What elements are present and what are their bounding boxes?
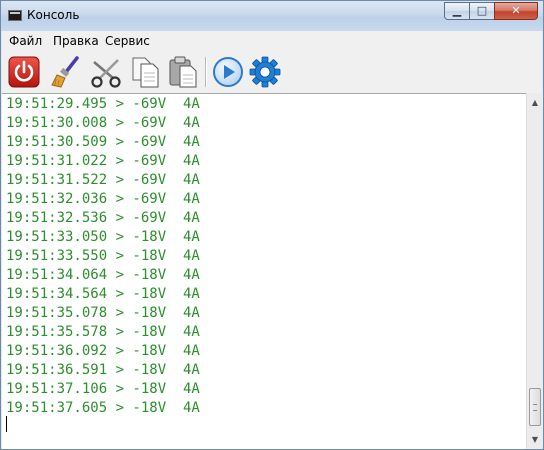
title-bar[interactable]: Консоль ▁ □ ✕ (1, 1, 543, 31)
console-line: 19:51:30.509 > -69V 4A (6, 134, 200, 150)
clear-button[interactable] (48, 54, 84, 90)
console-line: 19:51:35.578 > -18V 4A (6, 324, 200, 340)
console-line: 19:51:35.078 > -18V 4A (6, 305, 200, 321)
minimize-button[interactable]: ▁ (444, 2, 470, 20)
copy-icon (132, 57, 159, 88)
menu-file[interactable]: Файл (9, 34, 42, 48)
menu-bar: Файл Правка Сервис (2, 31, 542, 52)
paste-button[interactable] (166, 54, 202, 90)
scissors-icon (91, 59, 121, 88)
brush-icon (51, 56, 79, 88)
play-button[interactable] (210, 54, 246, 90)
power-icon (8, 56, 40, 88)
scroll-thumb[interactable] (529, 388, 541, 426)
play-icon (213, 57, 243, 87)
console-line: 19:51:37.605 > -18V 4A (6, 400, 200, 416)
copy-button[interactable] (128, 54, 164, 90)
text-caret (6, 416, 7, 432)
console-line: 19:51:36.092 > -18V 4A (6, 343, 200, 359)
cut-button[interactable] (88, 54, 124, 90)
console-line: 19:51:37.106 > -18V 4A (6, 381, 200, 397)
window-title: Консоль (27, 8, 80, 22)
console-line: 19:51:34.564 > -18V 4A (6, 286, 200, 302)
console-line: 19:51:33.050 > -18V 4A (6, 229, 200, 245)
close-button[interactable]: ✕ (494, 2, 538, 20)
console-line: 19:51:31.022 > -69V 4A (6, 153, 200, 169)
console-line: 19:51:32.036 > -69V 4A (6, 191, 200, 207)
scroll-down-button[interactable]: ▼ (527, 431, 543, 448)
toolbar (2, 51, 542, 93)
scroll-up-button[interactable]: ▲ (527, 94, 543, 111)
console-line: 19:51:33.550 > -18V 4A (6, 248, 200, 264)
console-line: 19:51:30.008 > -69V 4A (6, 115, 200, 131)
console-line: 19:51:29.495 > -69V 4A (6, 96, 200, 112)
console-output[interactable]: 19:51:29.495 > -69V 4A 19:51:30.008 > -6… (2, 93, 526, 449)
toolbar-separator (205, 57, 207, 87)
power-button[interactable] (6, 54, 42, 90)
console-line: 19:51:32.536 > -69V 4A (6, 210, 200, 226)
gear-icon (249, 56, 281, 88)
console-window: Консоль ▁ □ ✕ Файл Правка Сервис 19:51:2… (0, 0, 544, 450)
console-line: 19:51:31.522 > -69V 4A (6, 172, 200, 188)
menu-service[interactable]: Сервис (105, 34, 150, 48)
settings-button[interactable] (247, 54, 283, 90)
vertical-scrollbar[interactable]: ▲ ▼ (526, 93, 543, 449)
console-line: 19:51:36.591 > -18V 4A (6, 362, 200, 378)
console-line: 19:51:34.064 > -18V 4A (6, 267, 200, 283)
maximize-button[interactable]: □ (469, 2, 495, 20)
paste-icon (169, 56, 197, 88)
console-app-icon (8, 10, 22, 21)
menu-edit[interactable]: Правка (53, 34, 99, 48)
